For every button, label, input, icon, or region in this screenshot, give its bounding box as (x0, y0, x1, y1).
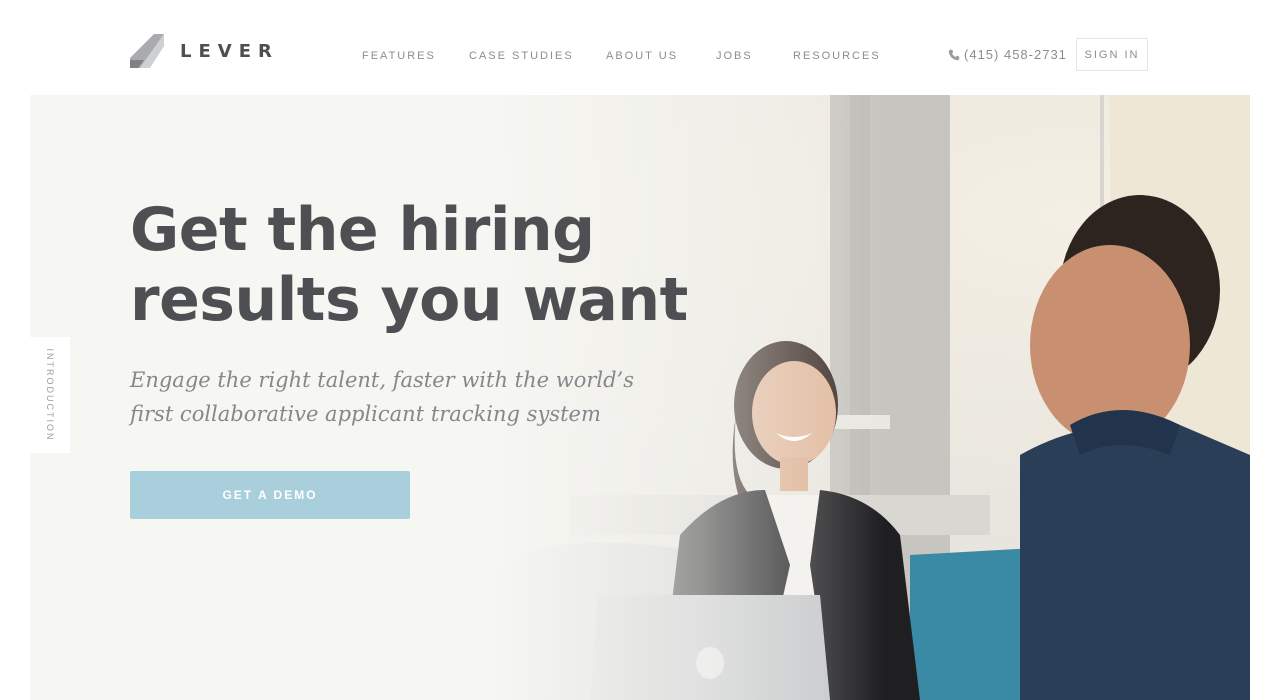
section-side-tab[interactable]: INTRODUCTION (30, 337, 70, 453)
headline-line-2: results you want (130, 265, 688, 335)
headline-line-1: Get the hiring (130, 195, 595, 265)
logo-wordmark: LEVER (180, 40, 279, 62)
nav-jobs[interactable]: JOBS (716, 49, 753, 63)
lever-logo[interactable]: LEVER (130, 33, 280, 69)
side-tab-label: INTRODUCTION (45, 348, 55, 442)
subhead-line-1: Engage the right talent, faster with the… (130, 368, 634, 392)
nav-about-us[interactable]: ABOUT US (606, 49, 678, 63)
lever-logo-icon (130, 34, 164, 68)
hero-section: Get the hiring results you want Engage t… (30, 95, 1250, 700)
hero-subheadline: Engage the right talent, faster with the… (130, 363, 650, 431)
phone-number[interactable]: (415) 458-2731 (948, 47, 1067, 62)
phone-icon (948, 49, 960, 60)
hero-headline: Get the hiring results you want (130, 195, 730, 335)
nav-case-studies[interactable]: CASE STUDIES (469, 49, 574, 63)
get-a-demo-button[interactable]: GET A DEMO (130, 471, 410, 519)
nav-resources[interactable]: RESOURCES (793, 49, 881, 63)
nav-features[interactable]: FEATURES (362, 49, 436, 63)
subhead-line-2: first collaborative applicant tracking s… (130, 402, 601, 426)
site-header: LEVER FEATURES CASE STUDIES ABOUT US JOB… (0, 0, 1280, 95)
phone-number-text: (415) 458-2731 (964, 47, 1067, 62)
sign-in-button[interactable]: SIGN IN (1076, 38, 1148, 71)
